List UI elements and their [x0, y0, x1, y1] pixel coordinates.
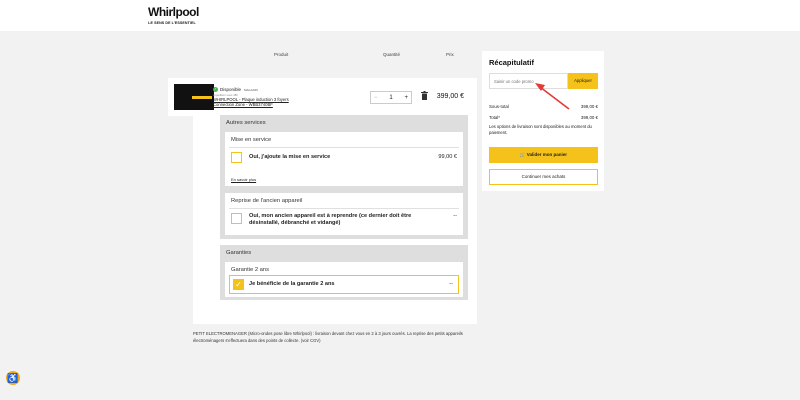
warranty-card-title: Garantie 2 ans [231, 267, 270, 273]
cart-icon: 🛒 [519, 152, 526, 157]
check-circle-icon: ✓ [213, 87, 218, 92]
installation-card: Mise en service Oui, j'ajoute la mise en… [225, 132, 463, 186]
warranty-option-price: -- [449, 281, 453, 287]
takeback-option-price: -- [453, 213, 457, 219]
takeback-option-label[interactable]: Oui, mon ancien appareil est à reprendre… [249, 213, 439, 227]
takeback-card: Reprise de l'ancien appareil Oui, mon an… [225, 193, 463, 235]
installation-option-price: 99,00 € [438, 154, 457, 160]
column-header-price: Prix [446, 52, 454, 57]
total-value: 399,00 € [580, 115, 598, 120]
delivery-options-note: Les options de livraison sont disponible… [489, 124, 592, 135]
services-panel: Autres services Mise en service Oui, j'a… [193, 110, 477, 324]
takeback-title: Reprise de l'ancien appareil [231, 198, 303, 204]
subtotal-label: Sous-total [489, 104, 509, 109]
other-services-group: Autres services Mise en service Oui, j'a… [220, 115, 468, 239]
availability-label: Disponible [220, 87, 242, 92]
subtotal-value: 399,00 € [580, 104, 598, 109]
quantity-increase-button[interactable]: + [404, 95, 408, 101]
logo-tagline: LE SENS DE L'ESSENTIEL [148, 21, 196, 25]
continue-shopping-button[interactable]: Continuer mes achats [489, 169, 598, 185]
subtotal-row: Sous-total 399,00 € [489, 104, 598, 109]
learn-more-link[interactable]: En savoir plus [231, 177, 256, 182]
quantity-value[interactable]: 1 [389, 95, 392, 101]
apply-promo-button[interactable]: Appliquer [568, 73, 598, 89]
accessibility-icon[interactable]: ♿ [6, 371, 20, 385]
order-summary: Récapitulatif Appliquer Sous-total 399,0… [482, 51, 604, 191]
promo-code-input[interactable] [489, 73, 568, 89]
availability-store: MAGASIN [244, 87, 258, 92]
quantity-decrease-button[interactable]: − [374, 95, 378, 101]
installation-option-label[interactable]: Oui, j'ajoute la mise en service [249, 154, 330, 161]
takeback-checkbox[interactable] [231, 213, 242, 224]
warranty-checkbox[interactable]: ✓ [233, 279, 244, 290]
validate-cart-button[interactable]: 🛒 Valider mon panier [489, 147, 598, 163]
quantity-stepper: − 1 + [370, 91, 412, 104]
validate-cart-label: Valider mon panier [526, 152, 568, 157]
column-header-product: Produit [274, 52, 289, 57]
column-header-quantity: Quantité [383, 52, 401, 57]
installation-title: Mise en service [231, 137, 272, 143]
warranty-option-label[interactable]: Je bénéficie de la garantie 2 ans [249, 281, 335, 288]
delivery-footnote: PETIT ELECTROMENAGER (Micro-ondes pose l… [193, 331, 463, 343]
product-price: 399,00 € [436, 93, 464, 100]
site-header: Whirlpool LE SENS DE L'ESSENTIEL [0, 0, 800, 31]
availability-status: ✓ Disponible MAGASIN [213, 87, 258, 92]
total-label: Total* [489, 115, 500, 120]
installation-checkbox[interactable] [231, 152, 242, 163]
other-services-title: Autres services [226, 120, 266, 126]
warranty-card: Garantie 2 ans ✓ Je bénéficie de la gara… [225, 262, 463, 297]
total-row: Total* 399,00 € [489, 115, 598, 120]
whirlpool-logo[interactable]: Whirlpool LE SENS DE L'ESSENTIEL [148, 5, 199, 25]
logo-wordmark: Whirlpool [148, 5, 199, 19]
product-image[interactable] [174, 84, 214, 110]
summary-title: Récapitulatif [489, 58, 535, 67]
warranties-title: Garanties [226, 250, 252, 256]
warranties-group: Garanties Garantie 2 ans ✓ Je bénéficie … [220, 245, 468, 300]
product-name-link[interactable]: WHIRLPOOL - Plaque induction 3 foyers Co… [213, 97, 303, 107]
